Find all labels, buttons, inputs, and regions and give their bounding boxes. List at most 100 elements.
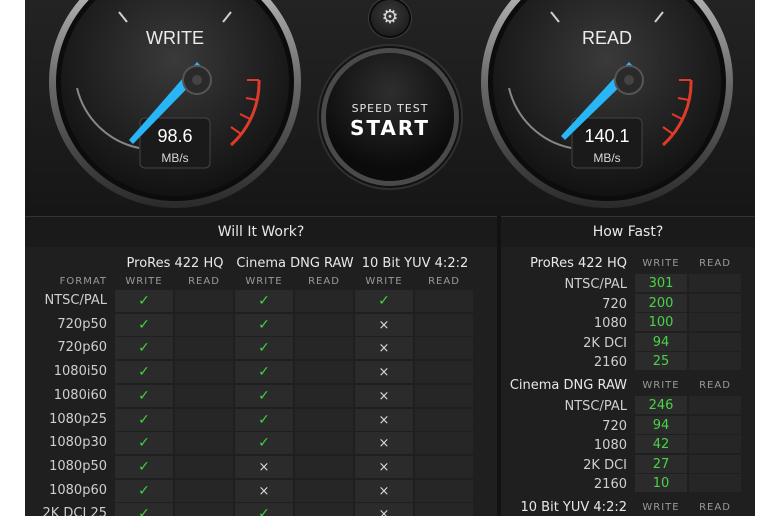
read-cell (175, 290, 233, 312)
start-button-label: START (349, 116, 431, 140)
cross-icon: × (378, 341, 390, 357)
read-cell (415, 361, 473, 384)
write-cell: × (355, 384, 413, 407)
read-cell (175, 432, 233, 455)
prores-read-header: READ (188, 276, 220, 287)
check-icon: ✓ (138, 435, 150, 452)
cross-icon: × (378, 365, 390, 381)
write-cell: ✓ (235, 337, 293, 360)
how-fast-write-cell: 94 (635, 415, 687, 434)
how-fast-read-cell (689, 415, 741, 434)
how-fast-write-cell: 94 (635, 332, 687, 351)
read-cell (295, 384, 353, 407)
how-fast-panel: ProRes 422 HQ WRITE READ NTSC/PAL 301 720 200 1… (501, 246, 755, 516)
check-icon: ✓ (378, 293, 390, 309)
check-icon: ✓ (258, 340, 270, 357)
read-cell (295, 361, 353, 384)
read-cell (295, 503, 353, 516)
read-cell (415, 432, 473, 455)
write-speed-value: 42 (652, 437, 670, 453)
read-cell (295, 313, 353, 336)
read-cell (415, 503, 473, 516)
read-cell (175, 313, 233, 336)
how-fast-read-cell (689, 293, 741, 312)
how-fast-read-header: READ (699, 502, 731, 513)
format-row-label: 720p50 (57, 316, 107, 332)
how-fast-section-title: Cinema DNG RAW (509, 378, 627, 393)
check-icon: ✓ (138, 506, 150, 516)
write-label: WRITE (146, 28, 204, 48)
how-fast-read-cell (689, 454, 741, 473)
write-speed-value: 94 (652, 334, 670, 350)
write-cell: ✓ (235, 408, 293, 431)
write-speed-value: 10 (652, 476, 670, 492)
format-row-label: 1080p60 (49, 482, 107, 498)
write-speed-value: 100 (648, 315, 674, 331)
write-cell: ✓ (115, 455, 173, 478)
check-icon: ✓ (258, 316, 270, 333)
write-cell: ✓ (235, 290, 293, 312)
read-cell (175, 408, 233, 431)
how-fast-write-cell: 27 (635, 454, 687, 473)
write-cell: × (355, 432, 413, 455)
how-fast-format-label: 2K DCI (583, 457, 627, 473)
read-cell (295, 408, 353, 431)
check-icon: ✓ (138, 316, 150, 333)
read-cell (295, 290, 353, 312)
check-icon: ✓ (138, 387, 150, 404)
format-row-label: 1080p25 (49, 411, 107, 427)
check-icon: ✓ (258, 293, 270, 309)
group-yuv: 10 Bit YUV 4:2:2 (361, 256, 469, 271)
how-fast-format-label: 2160 (593, 355, 627, 371)
how-fast-format-label: 720 (602, 418, 627, 434)
write-cell: ✓ (115, 290, 173, 312)
gear-icon: ⚙ (381, 6, 399, 28)
write-cell: ✓ (235, 503, 293, 516)
how-fast-write-cell: 246 (635, 396, 687, 414)
write-cell: ✓ (115, 384, 173, 407)
write-cell: ✓ (235, 432, 293, 455)
format-row-label: 2K DCI 25 (42, 506, 107, 516)
read-cell (415, 455, 473, 478)
start-button[interactable]: SPEED TEST START (326, 53, 454, 181)
how-fast-write-header: WRITE (642, 502, 680, 513)
write-cell: ✓ (115, 432, 173, 455)
read-cell (175, 384, 233, 407)
format-row-label: NTSC/PAL (44, 293, 107, 308)
how-fast-write-header: WRITE (642, 258, 680, 269)
how-fast-read-cell (689, 352, 741, 371)
cross-icon: × (378, 388, 390, 404)
how-fast-read-cell (689, 274, 741, 292)
check-icon: ✓ (138, 458, 150, 475)
write-cell: ✓ (115, 479, 173, 502)
format-row-label: 1080p30 (49, 435, 107, 451)
how-fast-read-cell (689, 435, 741, 454)
cross-icon: × (378, 507, 390, 516)
check-icon: ✓ (138, 364, 150, 381)
start-button-subtitle: SPEED TEST (351, 102, 429, 115)
check-icon: ✓ (138, 293, 150, 309)
will-it-work-header: Will It Work? (25, 216, 497, 247)
how-fast-read-cell (689, 332, 741, 351)
read-cell (175, 455, 233, 478)
check-icon: ✓ (138, 340, 150, 357)
how-fast-format-label: NTSC/PAL (564, 399, 627, 414)
cross-icon: × (258, 459, 270, 475)
read-unit: MB/s (593, 151, 620, 165)
format-row-label: 1080i50 (53, 364, 107, 380)
group-cinema-dng: Cinema DNG RAW (236, 256, 354, 271)
cross-icon: × (378, 436, 390, 452)
settings-button[interactable]: ⚙ (371, 0, 409, 36)
check-icon: ✓ (258, 506, 270, 516)
read-cell (175, 337, 233, 360)
how-fast-format-label: 2K DCI (583, 335, 627, 351)
how-fast-read-cell (689, 313, 741, 332)
write-speed-value: 200 (648, 295, 674, 311)
write-speed-value: 246 (648, 398, 674, 413)
check-icon: ✓ (138, 482, 150, 499)
read-cell (415, 479, 473, 502)
how-fast-write-cell: 301 (635, 274, 687, 292)
write-cell: ✓ (355, 290, 413, 312)
app-window: WRITE 98.6 MB/s ⚙ SPEED TEST START READ … (25, 0, 755, 516)
write-speed-value: 25 (652, 354, 670, 370)
